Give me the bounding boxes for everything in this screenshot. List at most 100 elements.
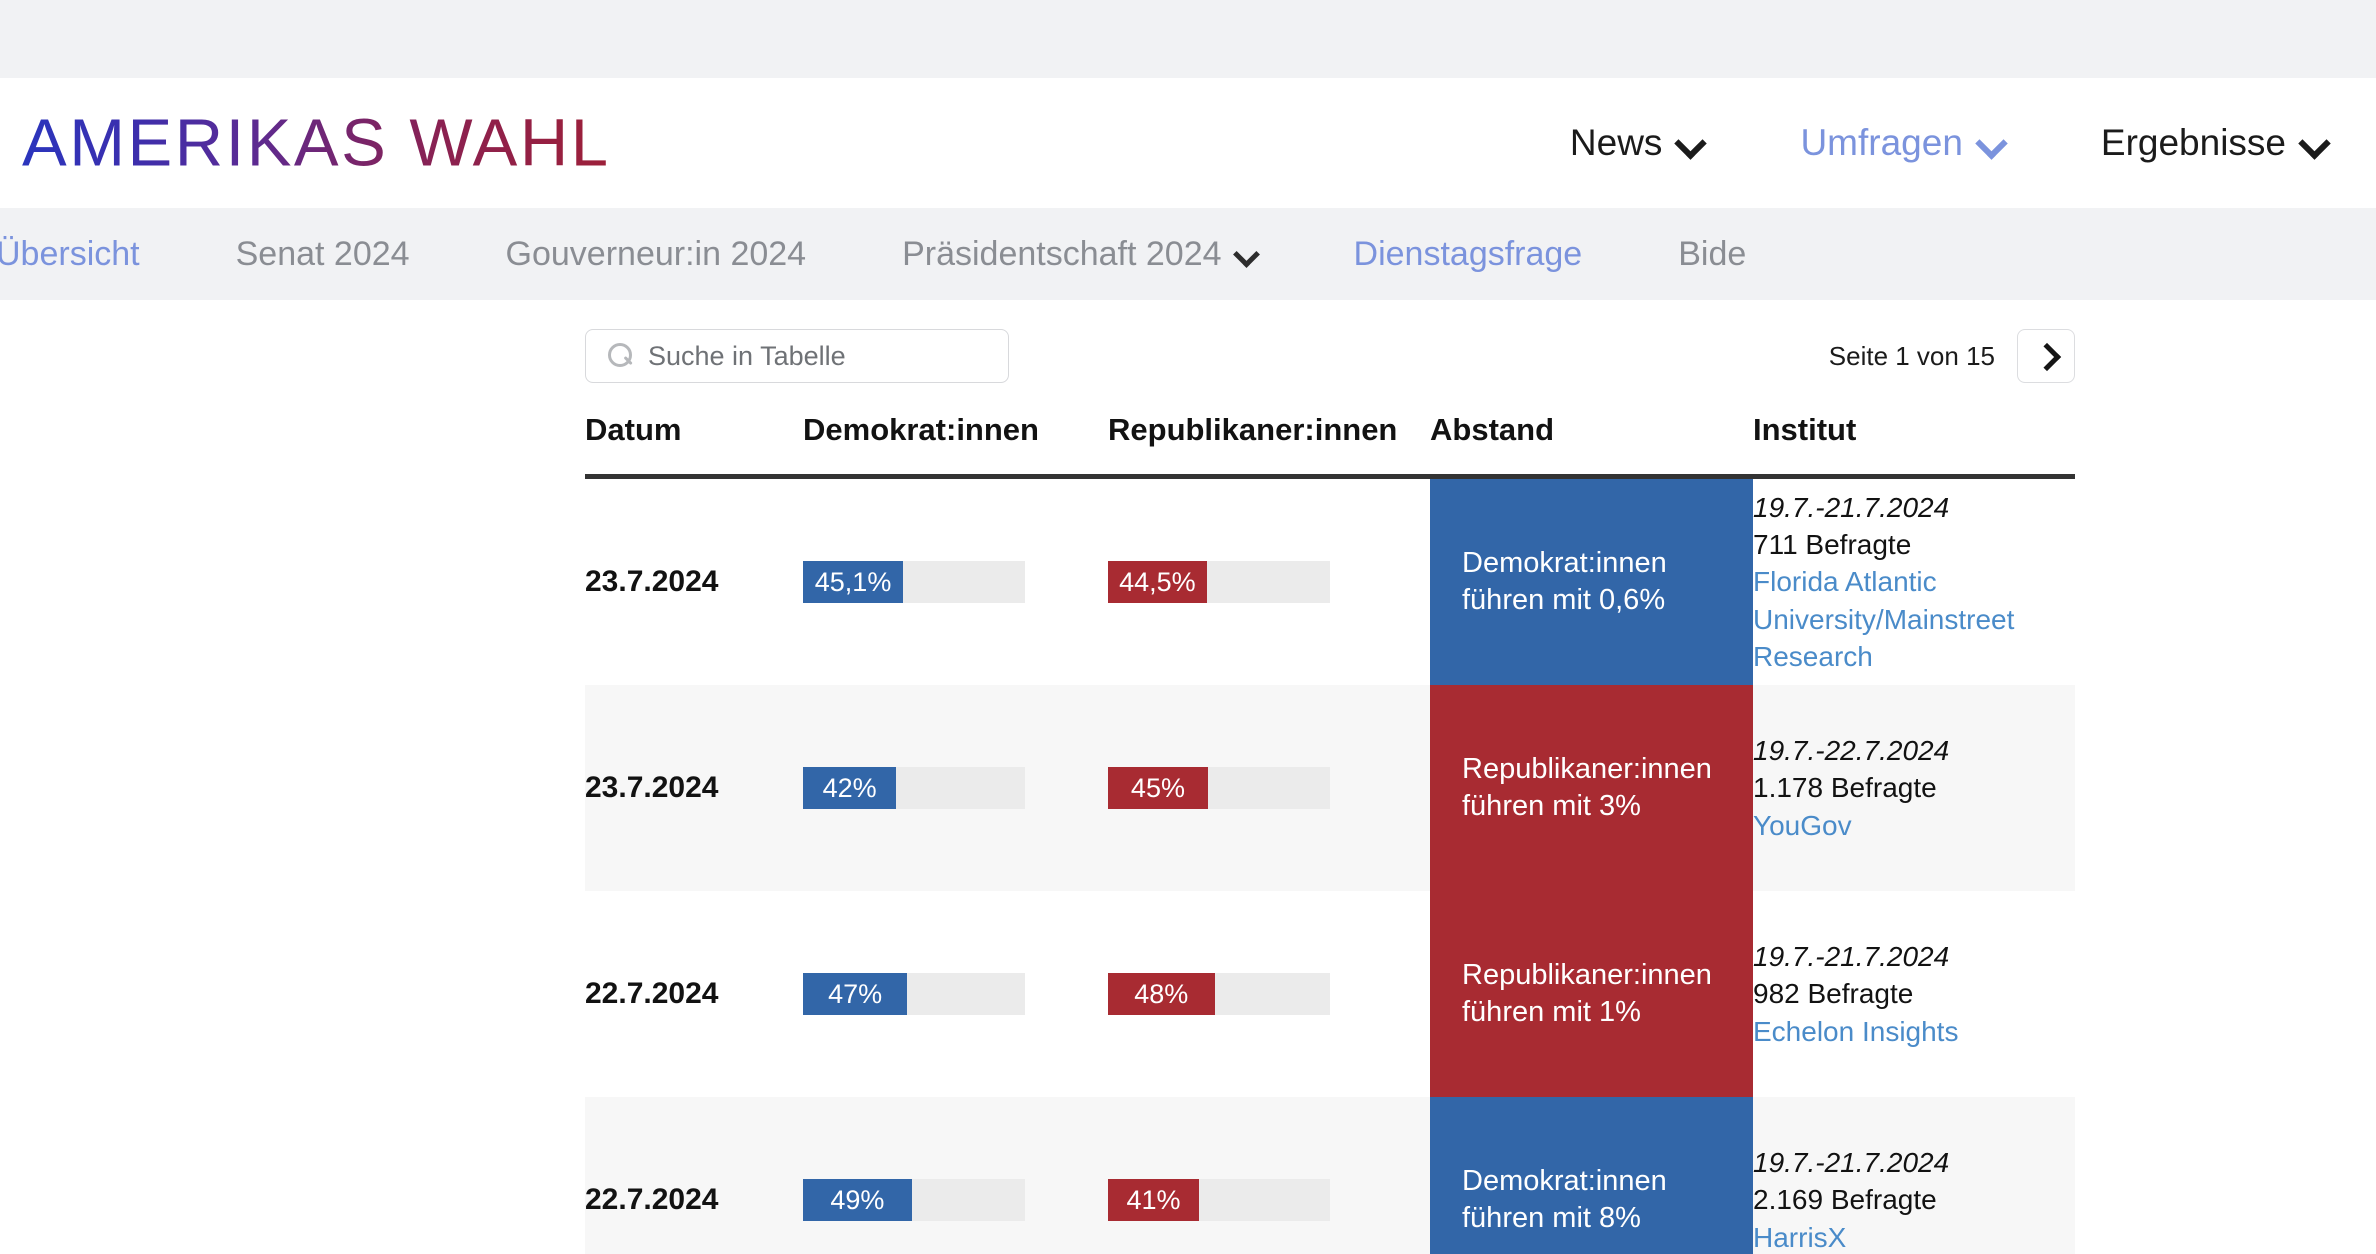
table-row[interactable]: 23.7.2024 45,1% 44,5% Demokrat:innen füh… [585,476,2075,685]
sidebar-item-praesidentschaft-2024[interactable]: Präsidentschaft 2024 [854,235,1305,274]
institut-date-range: 19.7.-21.7.2024 [1753,1147,1950,1179]
nav-item-label: News [1569,122,1663,163]
column-header-datum[interactable]: Datum [585,412,803,479]
bar-fill-republican: 44,5% [1108,561,1207,603]
cell-abstand: Republikaner:innen führen mit 1% [1430,891,1753,1097]
chevron-down-icon [1234,242,1258,266]
column-header-institut[interactable]: Institut [1753,412,2075,479]
nav-item-ergebnisse[interactable]: Ergebnisse [2053,122,2376,164]
bar-track: 44,5% [1108,561,1330,603]
sidebar-item-senat-2024[interactable]: Senat 2024 [188,235,458,274]
bar-fill-democrat: 45,1% [803,561,904,603]
cell-republican-bar: 45% [1108,685,1430,891]
bar-fill-republican: 41% [1108,1179,1200,1221]
poll-table: Datum Demokrat:innen Republikaner:innen … [585,412,2075,1254]
abstand-badge: Demokrat:innen führen mit 8% [1430,1097,1753,1254]
institut-sample-size: 711 Befragte [1753,529,1912,561]
next-page-button[interactable] [2017,329,2075,383]
sub-navigation: Übersicht Senat 2024 Gouverneur:in 2024 … [0,208,2376,300]
cell-republican-bar: 48% [1108,891,1430,1097]
institut-sample-size: 982 Befragte [1753,978,1914,1010]
main-content: Seite 1 von 15 Datum Demokrat:innen Repu… [0,300,2376,1254]
table-row[interactable]: 22.7.2024 47% 48% Republikaner:innen füh… [585,891,2075,1097]
institut-date-range: 19.7.-22.7.2024 [1753,735,1950,767]
table-row[interactable]: 22.7.2024 49% 41% Demokrat:innen führen … [585,1097,2075,1254]
bar-track: 48% [1108,973,1330,1015]
institut-link[interactable]: HarrisX [1753,1219,2075,1254]
institut-sample-size: 1.178 Befragte [1753,772,1937,804]
table-body: 23.7.2024 45,1% 44,5% Demokrat:innen füh… [585,476,2075,1254]
bar-track: 42% [803,767,1025,809]
cell-abstand: Demokrat:innen führen mit 0,6% [1430,476,1753,685]
subnav-item-label: Gouverneur:in 2024 [505,234,807,273]
pagination: Seite 1 von 15 [1829,329,2075,383]
institut-sample-size: 2.169 Befragte [1753,1184,1937,1216]
subnav-item-label: Präsidentschaft 2024 [902,234,1222,273]
cell-abstand: Demokrat:innen führen mit 8% [1430,1097,1753,1254]
chevron-right-icon [2035,345,2057,367]
column-header-abstand[interactable]: Abstand [1430,412,1753,479]
chevron-down-icon [1676,129,1704,157]
nav-item-label: Ergebnisse [2100,122,2286,163]
institut-link[interactable]: YouGov [1753,807,2075,844]
institut-link[interactable]: Echelon Insights [1753,1013,2075,1050]
poll-table-container: Seite 1 von 15 Datum Demokrat:innen Repu… [585,300,2075,1254]
page-indicator: Seite 1 von 15 [1828,340,1995,371]
cell-democrat-bar: 45,1% [803,476,1108,685]
cell-republican-bar: 44,5% [1108,476,1430,685]
logo-word-wahl: WAHL [409,105,611,181]
search-icon [608,343,634,369]
site-logo[interactable]: AMERIKAS WAHL [22,110,610,177]
abstand-badge: Demokrat:innen führen mit 0,6% [1430,479,1753,685]
sidebar-item-biden[interactable]: Bide [1630,235,1794,274]
subnav-item-label: Dienstagsfrage [1353,234,1583,273]
cell-republican-bar: 41% [1108,1097,1430,1254]
bar-track: 45% [1108,767,1330,809]
table-head: Datum Demokrat:innen Republikaner:innen … [585,412,2075,479]
search-input[interactable] [648,340,1008,372]
cell-datum: 23.7.2024 [585,685,803,891]
sidebar-item-dienstagsfrage[interactable]: Dienstagsfrage [1306,235,1631,274]
cell-datum: 23.7.2024 [585,476,803,685]
cell-democrat-bar: 47% [803,891,1108,1097]
column-header-demokraten[interactable]: Demokrat:innen [803,412,1108,479]
search-box[interactable] [585,329,1009,383]
sidebar-item-uebersicht[interactable]: Übersicht [0,235,188,274]
institut-link[interactable]: Florida Atlantic University/Mainstreet R… [1753,563,2075,675]
chevron-down-icon [2300,129,2328,157]
column-header-republikaner[interactable]: Republikaner:innen [1108,412,1430,479]
bar-track: 47% [803,973,1025,1015]
subnav-item-label: Senat 2024 [235,234,410,273]
page-root: AMERIKAS WAHL News Umfragen Ergebnisse Ü… [0,0,2376,1254]
bar-track: 49% [803,1179,1025,1221]
abstand-badge: Republikaner:innen führen mit 1% [1430,891,1753,1097]
cell-democrat-bar: 42% [803,685,1108,891]
nav-item-news[interactable]: News [1522,122,1753,164]
bar-track: 41% [1108,1179,1330,1221]
top-strip [0,0,2376,78]
logo-word-amerikas: AMERIKAS [22,105,389,181]
bar-fill-republican: 45% [1108,767,1208,809]
table-header-row: Datum Demokrat:innen Republikaner:innen … [585,412,2075,479]
institut-date-range: 19.7.-21.7.2024 [1753,941,1950,973]
cell-institut: 19.7.-22.7.2024 1.178 Befragte YouGov [1753,685,2075,891]
table-toolbar: Seite 1 von 15 [585,300,2075,412]
cell-datum: 22.7.2024 [585,891,803,1097]
cell-democrat-bar: 49% [803,1097,1108,1254]
nav-item-umfragen[interactable]: Umfragen [1752,122,2052,164]
sidebar-item-gouverneurin-2024[interactable]: Gouverneur:in 2024 [458,235,855,274]
subnav-item-label: Bide [1678,234,1747,273]
table-row[interactable]: 23.7.2024 42% 45% Republikaner:innen füh… [585,685,2075,891]
cell-institut: 19.7.-21.7.2024 711 Befragte Florida Atl… [1753,476,2075,685]
nav-item-label: Umfragen [1800,122,1963,163]
bar-fill-democrat: 47% [803,973,908,1015]
main-navigation: News Umfragen Ergebnisse [1522,122,2376,164]
bar-track: 45,1% [803,561,1025,603]
cell-institut: 19.7.-21.7.2024 982 Befragte Echelon Ins… [1753,891,2075,1097]
abstand-badge: Republikaner:innen führen mit 3% [1430,685,1753,891]
bar-fill-democrat: 42% [803,767,897,809]
cell-institut: 19.7.-21.7.2024 2.169 Befragte HarrisX [1753,1097,2075,1254]
bar-fill-republican: 48% [1108,973,1215,1015]
subnav-item-label: Übersicht [0,234,140,273]
chevron-down-icon [1977,129,2005,157]
